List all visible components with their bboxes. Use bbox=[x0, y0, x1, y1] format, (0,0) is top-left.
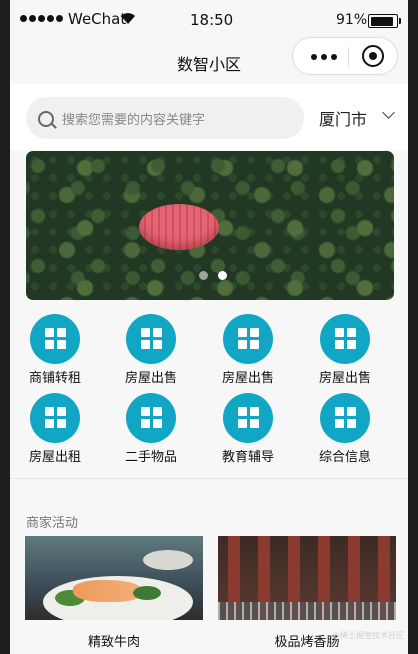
grid-icon bbox=[223, 393, 273, 443]
banner-carousel[interactable] bbox=[26, 151, 394, 300]
nav-bar: 数智小区 bbox=[10, 37, 408, 84]
category-label: 商铺转租 bbox=[28, 371, 81, 386]
carousel-dot-active[interactable] bbox=[218, 271, 227, 280]
category-label: 教育辅导 bbox=[221, 450, 274, 465]
category-item[interactable]: 房屋出售 bbox=[300, 314, 390, 386]
grid-icon bbox=[126, 393, 176, 443]
chevron-down-icon[interactable] bbox=[382, 106, 395, 119]
category-label: 综合信息 bbox=[318, 450, 371, 465]
category-label: 房屋出售 bbox=[221, 371, 274, 386]
watermark: @稀土掘金技术社区 bbox=[332, 631, 404, 640]
phone-screen: WeChat 18:50 91% 数智小区 搜索您需要的内容关键字 厦门市 商铺… bbox=[10, 0, 408, 654]
capsule-divider bbox=[348, 47, 349, 67]
search-icon bbox=[38, 111, 54, 127]
wifi-icon bbox=[121, 13, 135, 24]
status-bar: WeChat 18:50 91% bbox=[10, 0, 408, 40]
category-label: 房屋出租 bbox=[28, 450, 81, 465]
grid-icon bbox=[30, 393, 80, 443]
carousel-dot[interactable] bbox=[199, 271, 208, 280]
merchant-card[interactable]: 精致牛肉 bbox=[25, 536, 203, 654]
battery-percent: 91% bbox=[336, 12, 368, 28]
salmon-dish-image bbox=[25, 536, 203, 620]
clock: 18:50 bbox=[190, 11, 234, 29]
close-target-icon[interactable] bbox=[362, 45, 384, 67]
category-item[interactable]: 教育辅导 bbox=[203, 393, 293, 465]
battery-icon bbox=[368, 14, 401, 28]
merchant-card-title: 精致牛肉 bbox=[87, 635, 140, 650]
category-item[interactable]: 房屋出售 bbox=[203, 314, 293, 386]
grid-icon bbox=[126, 314, 176, 364]
more-icon[interactable] bbox=[311, 54, 337, 60]
grid-icon bbox=[223, 314, 273, 364]
category-item[interactable]: 房屋出租 bbox=[10, 393, 100, 465]
category-item[interactable]: 二手物品 bbox=[106, 393, 196, 465]
search-bar: 搜索您需要的内容关键字 厦门市 bbox=[10, 84, 408, 150]
miniprogram-capsule bbox=[292, 37, 398, 75]
section-divider bbox=[10, 478, 408, 479]
category-grid: 商铺转租 房屋出售 房屋出售 房屋出售 房屋出租 二手物品 教育辅导 综合信息 bbox=[10, 300, 408, 477]
parachute-image bbox=[139, 204, 219, 250]
category-item[interactable]: 综合信息 bbox=[300, 393, 390, 465]
battery-fill bbox=[370, 16, 393, 26]
category-item[interactable]: 房屋出售 bbox=[106, 314, 196, 386]
search-placeholder: 搜索您需要的内容关键字 bbox=[62, 113, 206, 128]
grid-icon bbox=[320, 314, 370, 364]
category-label: 房屋出售 bbox=[318, 371, 371, 386]
merchant-section-title: 商家活动 bbox=[26, 516, 79, 531]
search-input[interactable]: 搜索您需要的内容关键字 bbox=[26, 97, 304, 139]
grilled-sausage-image bbox=[218, 536, 396, 620]
grid-icon bbox=[30, 314, 80, 364]
signal-icon bbox=[20, 15, 63, 22]
category-label: 房屋出售 bbox=[124, 371, 177, 386]
city-selector[interactable]: 厦门市 bbox=[319, 106, 367, 130]
grid-icon bbox=[320, 393, 370, 443]
category-item[interactable]: 商铺转租 bbox=[10, 314, 100, 386]
carousel-indicator bbox=[199, 271, 227, 280]
category-label: 二手物品 bbox=[124, 450, 177, 465]
carrier-name: WeChat bbox=[68, 10, 127, 28]
